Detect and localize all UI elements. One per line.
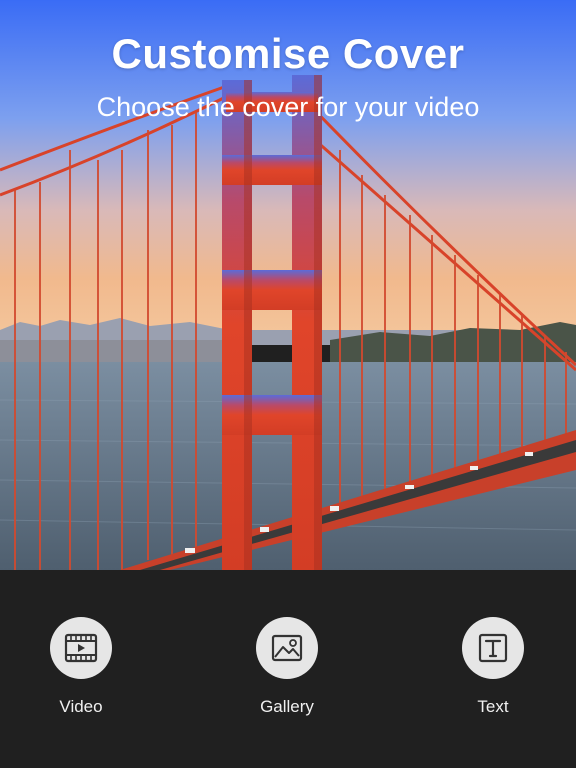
gallery-label: Gallery	[260, 697, 314, 716]
image-icon	[271, 634, 303, 662]
video-icon-circle[interactable]	[50, 617, 112, 679]
film-play-icon	[64, 633, 98, 663]
video-button[interactable]: Video	[21, 617, 141, 717]
gallery-button[interactable]: Gallery	[227, 617, 347, 717]
cover-preview: Customise Cover Choose the cover for you…	[0, 0, 576, 570]
video-label: Video	[59, 697, 103, 716]
cover-source-toolbar: Video Gallery Text	[0, 570, 576, 768]
text-box-icon	[478, 633, 508, 663]
text-button[interactable]: Text	[433, 617, 553, 717]
page-title: Customise Cover	[111, 30, 465, 77]
gallery-icon-circle[interactable]	[256, 617, 318, 679]
text-label: Text	[477, 697, 509, 716]
text-icon-circle[interactable]	[462, 617, 524, 679]
page-subtitle: Choose the cover for your video	[96, 92, 480, 122]
